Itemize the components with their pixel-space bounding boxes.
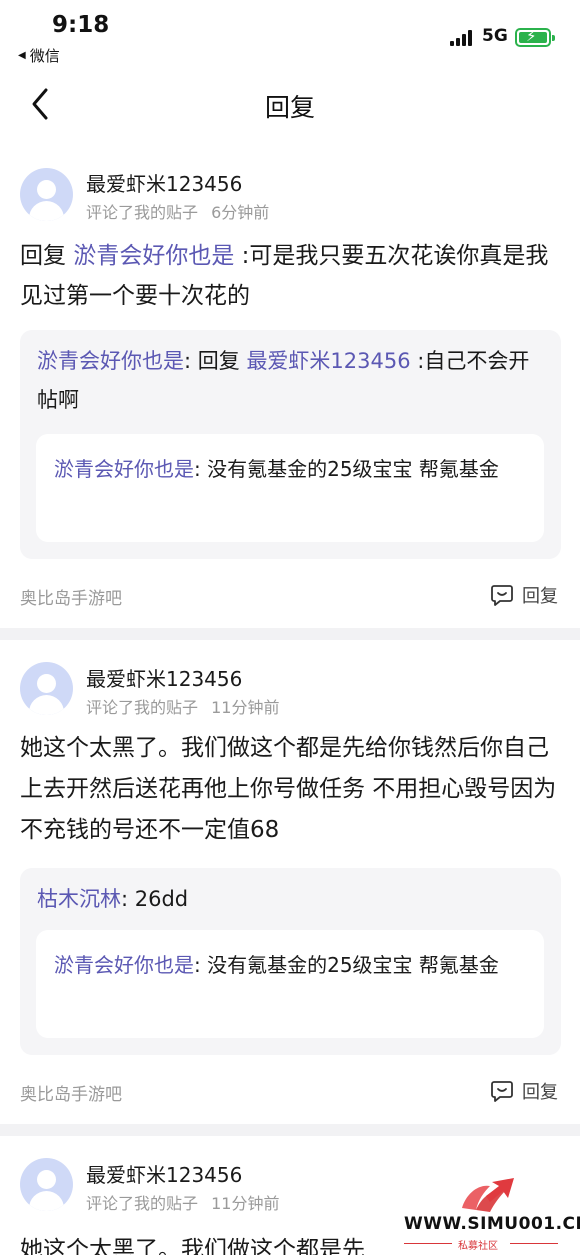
- avatar[interactable]: [20, 168, 73, 221]
- original-post-box[interactable]: 淤青会好你也是: 没有氪基金的25级宝宝 帮氪基金: [36, 930, 544, 1038]
- watermark-name: 私募社区: [458, 1241, 498, 1252]
- original-author[interactable]: 淤青会好你也是: [54, 953, 194, 977]
- reply-button[interactable]: 回复: [490, 1078, 558, 1104]
- quoted-reply-box[interactable]: 淤青会好你也是: 回复 最爱虾米123456 :自己不会开帖啊 淤青会好你也是:…: [20, 330, 561, 559]
- reply-card: 最爱虾米123456 评论了我的贴子 6分钟前 回复 淤青会好你也是 :可是我只…: [0, 152, 580, 632]
- battery-charging-icon: ⚡: [515, 27, 555, 47]
- reply-meta: 评论了我的贴子 6分钟前: [86, 199, 269, 223]
- meta-time: 6分钟前: [211, 203, 270, 222]
- watermark-site: WWW.SIMU001.CN: [404, 1214, 580, 1234]
- quoted-reply-text: 淤青会好你也是: 回复 最爱虾米123456 :自己不会开帖啊: [37, 349, 530, 412]
- forum-name[interactable]: 奥比岛手游吧: [20, 584, 122, 609]
- card-divider: [0, 628, 580, 640]
- quoted-reply-text: 枯木沉林: 26dd: [37, 887, 189, 911]
- quote-author[interactable]: 枯木沉林: [37, 887, 121, 911]
- reply-content[interactable]: 回复 淤青会好你也是 :可是我只要五次花诶你真是我见过第一个要十次花的: [20, 236, 565, 316]
- reply-content[interactable]: 她这个太黑了。我们做这个都是先给你钱然后你自己上去开然后送花再他上你号做任务 不…: [20, 728, 565, 851]
- reply-meta: 评论了我的贴子 11分钟前: [86, 694, 279, 718]
- original-post-box[interactable]: 淤青会好你也是: 没有氪基金的25级宝宝 帮氪基金: [36, 434, 544, 542]
- reply-card: 最爱虾米123456 评论了我的贴子 11分钟前 她这个太黑了。我们做这个都是先…: [0, 648, 580, 1128]
- network-type: 5G: [482, 26, 508, 46]
- original-post-text: 淤青会好你也是: 没有氪基金的25级宝宝 帮氪基金: [54, 953, 499, 977]
- card-divider: [0, 1124, 580, 1136]
- back-triangle-icon: ◀: [18, 50, 26, 61]
- comment-icon: [491, 1081, 513, 1102]
- reply-meta: 评论了我的贴子 11分钟前: [86, 1190, 279, 1214]
- reply-button[interactable]: 回复: [490, 582, 558, 608]
- quote-author[interactable]: 淤青会好你也是: [37, 349, 184, 373]
- original-author[interactable]: 淤青会好你也是: [54, 457, 194, 481]
- meta-action: 评论了我的贴子: [86, 1194, 199, 1213]
- username[interactable]: 最爱虾米123456: [86, 168, 242, 197]
- avatar[interactable]: [20, 662, 73, 715]
- original-post-text: 淤青会好你也是: 没有氪基金的25级宝宝 帮氪基金: [54, 457, 499, 481]
- username[interactable]: 最爱虾米123456: [86, 663, 242, 692]
- meta-time: 11分钟前: [211, 698, 280, 717]
- username[interactable]: 最爱虾米123456: [86, 1159, 242, 1188]
- mention-link[interactable]: 淤青会好你也是: [73, 243, 234, 269]
- site-watermark: WWW.SIMU001.CN 私募社区: [398, 1168, 580, 1255]
- nav-bar: 回复: [0, 72, 580, 136]
- quoted-reply-box[interactable]: 枯木沉林: 26dd 淤青会好你也是: 没有氪基金的25级宝宝 帮氪基金: [20, 868, 561, 1055]
- quote-mention[interactable]: 最爱虾米123456: [246, 349, 410, 373]
- watermark-logo-icon: [462, 1178, 514, 1212]
- meta-action: 评论了我的贴子: [86, 698, 199, 717]
- forum-name[interactable]: 奥比岛手游吧: [20, 1080, 122, 1105]
- meta-time: 11分钟前: [211, 1194, 280, 1213]
- reply-button-label: 回复: [522, 586, 558, 607]
- meta-action: 评论了我的贴子: [86, 203, 199, 222]
- signal-icon: [450, 30, 474, 46]
- back-to-app-link[interactable]: ◀ 微信: [18, 45, 60, 66]
- comment-icon: [491, 585, 513, 606]
- page-title: 回复: [264, 93, 315, 122]
- status-bar: 9:18 ◀ 微信 5G ⚡: [0, 0, 580, 72]
- back-app-label: 微信: [29, 47, 60, 65]
- status-time: 9:18: [52, 12, 110, 38]
- avatar[interactable]: [20, 1158, 73, 1211]
- reply-button-label: 回复: [522, 1082, 558, 1103]
